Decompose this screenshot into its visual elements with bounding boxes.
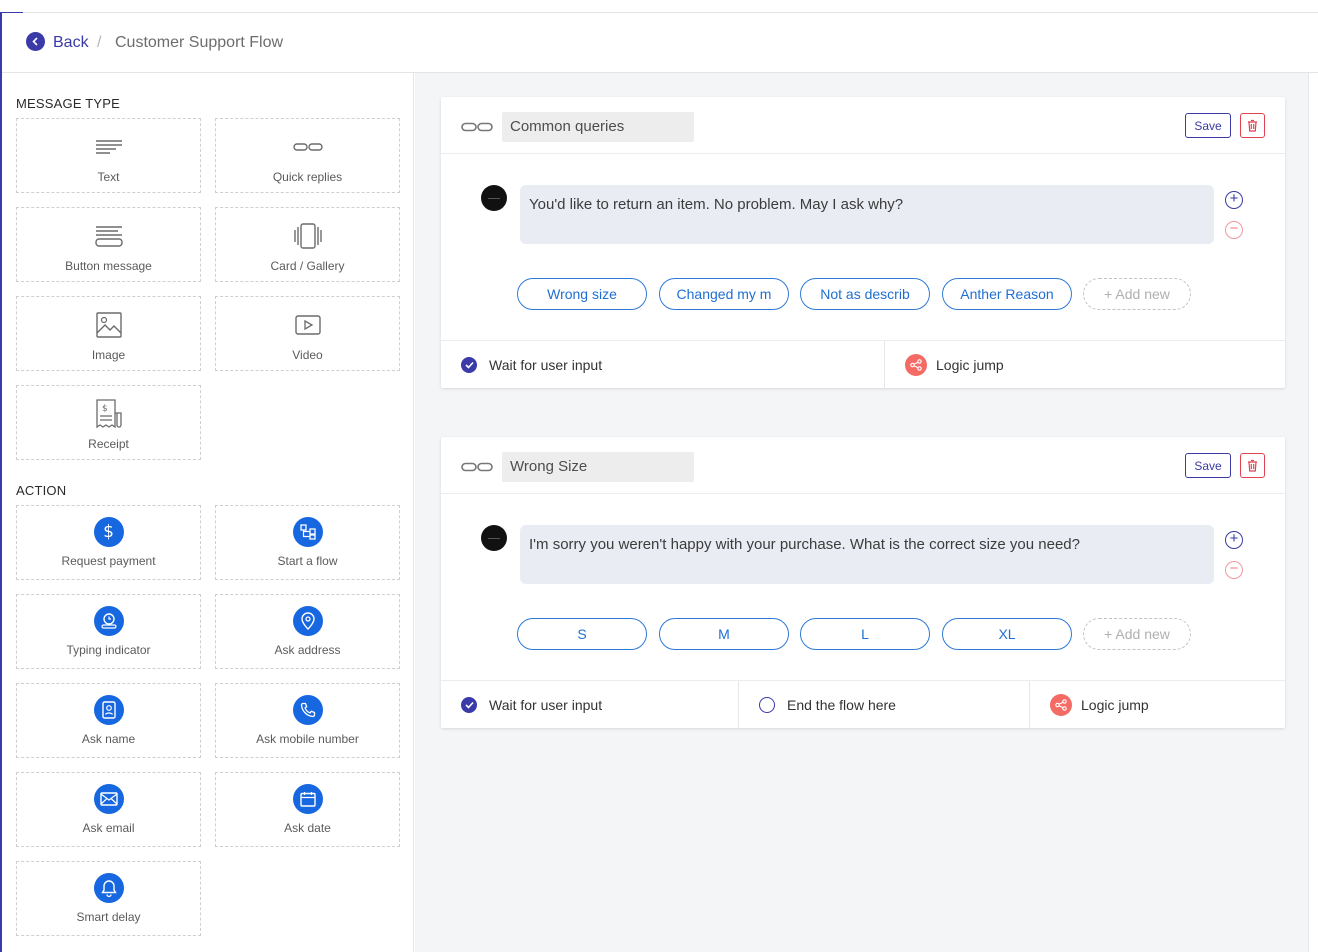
delete-button[interactable]	[1240, 453, 1265, 478]
footer-divider	[1029, 681, 1030, 728]
logic-jump-option[interactable]: Logic jump	[1050, 681, 1149, 728]
location-pin-icon	[292, 606, 323, 636]
add-message-button[interactable]: +	[1225, 531, 1243, 549]
trash-icon	[1248, 119, 1257, 132]
link-icon[interactable]	[461, 459, 493, 477]
video-icon	[294, 311, 321, 339]
svg-text:$: $	[102, 404, 108, 414]
message-bubble[interactable]: I'm sorry you weren't happy with your pu…	[520, 525, 1214, 584]
action-ask-mobile-number[interactable]: Ask mobile number	[215, 683, 400, 758]
envelope-icon	[93, 784, 124, 814]
sidebar: MESSAGE TYPE Text Quick replies Button m…	[2, 73, 414, 952]
remove-message-button[interactable]: −	[1225, 561, 1243, 579]
quick-reply-button[interactable]: S	[517, 618, 647, 650]
quick-reply-button[interactable]: M	[659, 618, 789, 650]
dollar-icon: $	[93, 517, 124, 547]
action-request-payment[interactable]: $ Request payment	[16, 505, 201, 580]
action-ask-date[interactable]: Ask date	[215, 772, 400, 847]
action-ask-name[interactable]: Ask name	[16, 683, 201, 758]
typing-indicator-icon	[93, 606, 124, 636]
logic-jump-option[interactable]: Logic jump	[905, 341, 1004, 388]
action-heading: ACTION	[16, 483, 67, 498]
flow-icon	[292, 517, 323, 547]
id-card-icon	[93, 695, 124, 725]
message-type-video[interactable]: Video	[215, 296, 400, 371]
quick-reply-button[interactable]: Wrong size	[517, 278, 647, 310]
save-button[interactable]: Save	[1185, 113, 1231, 138]
footer-divider	[884, 341, 885, 388]
logic-jump-icon	[1050, 693, 1072, 716]
bot-avatar	[481, 185, 507, 211]
step-name-input[interactable]: Common queries	[502, 112, 694, 142]
logic-jump-icon	[905, 353, 927, 376]
footer-divider	[738, 681, 739, 728]
card-header: Common queries Save	[441, 97, 1285, 154]
bot-avatar	[481, 525, 507, 551]
message-bubble[interactable]: You'd like to return an item. No problem…	[520, 185, 1214, 244]
card-footer: Wait for user input Logic jump	[441, 340, 1285, 388]
action-ask-email[interactable]: Ask email	[16, 772, 201, 847]
right-scrollbar[interactable]	[1308, 73, 1318, 952]
calendar-icon	[292, 784, 323, 814]
message-type-quick-replies[interactable]: Quick replies	[215, 118, 400, 193]
text-lines-icon	[95, 133, 123, 161]
add-quick-reply-button[interactable]: + Add new	[1083, 618, 1191, 650]
trash-icon	[1248, 459, 1257, 472]
flow-step-card: Wrong Size Save I'm sorry you weren't ha…	[441, 437, 1285, 728]
receipt-icon: $	[95, 399, 123, 429]
step-name-input[interactable]: Wrong Size	[502, 452, 694, 482]
wait-for-user-input-option[interactable]: Wait for user input	[461, 341, 602, 388]
quick-replies-icon	[292, 133, 323, 161]
delete-button[interactable]	[1240, 113, 1265, 138]
quick-reply-button[interactable]: L	[800, 618, 930, 650]
message-type-heading: MESSAGE TYPE	[16, 96, 121, 111]
message-type-button-message[interactable]: Button message	[16, 207, 201, 282]
add-quick-reply-button[interactable]: + Add new	[1083, 278, 1191, 310]
back-link[interactable]: Back	[53, 34, 89, 52]
action-start-a-flow[interactable]: Start a flow	[215, 505, 400, 580]
message-type-text[interactable]: Text	[16, 118, 201, 193]
breadcrumb-separator: /	[97, 34, 102, 51]
image-icon	[95, 311, 122, 339]
quick-reply-button[interactable]: Changed my m	[659, 278, 789, 310]
phone-icon	[292, 695, 323, 725]
page-title: Customer Support Flow	[115, 34, 284, 51]
checkmark-icon	[461, 356, 477, 373]
checkmark-icon	[461, 696, 477, 713]
action-typing-indicator[interactable]: Typing indicator	[16, 594, 201, 669]
back-button[interactable]	[26, 32, 45, 51]
radio-unchecked-icon	[759, 696, 775, 713]
end-flow-option[interactable]: End the flow here	[759, 681, 896, 728]
card-footer: Wait for user input End the flow here Lo…	[441, 680, 1285, 728]
add-message-button[interactable]: +	[1225, 191, 1243, 209]
action-ask-address[interactable]: Ask address	[215, 594, 400, 669]
message-type-card-gallery[interactable]: Card / Gallery	[215, 207, 400, 282]
remove-message-button[interactable]: −	[1225, 221, 1243, 239]
quick-reply-button[interactable]: Not as describ	[800, 278, 930, 310]
card-header: Wrong Size Save	[441, 437, 1285, 494]
message-type-image[interactable]: Image	[16, 296, 201, 371]
wait-for-user-input-option[interactable]: Wait for user input	[461, 681, 602, 728]
link-icon[interactable]	[461, 119, 493, 137]
quick-reply-button[interactable]: XL	[942, 618, 1072, 650]
breadcrumb: Back / Customer Support Flow	[2, 13, 1318, 73]
message-type-receipt[interactable]: $ Receipt	[16, 385, 201, 460]
quick-reply-button[interactable]: Anther Reason	[942, 278, 1072, 310]
bell-icon	[93, 873, 124, 903]
card-gallery-icon	[293, 222, 323, 250]
button-message-icon	[94, 222, 123, 250]
flow-step-card: Common queries Save You'd like to return…	[441, 97, 1285, 388]
chevron-left-icon	[32, 37, 38, 46]
action-smart-delay[interactable]: Smart delay	[16, 861, 201, 936]
save-button[interactable]: Save	[1185, 453, 1231, 478]
